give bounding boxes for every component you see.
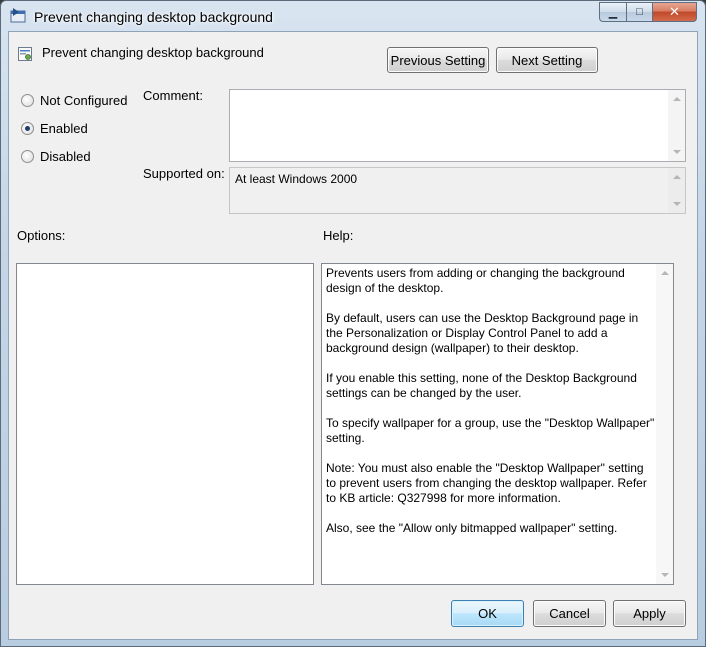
options-label: Options: bbox=[17, 228, 66, 243]
policy-app-icon bbox=[10, 8, 26, 23]
help-paragraph: Also, see the "Allow only bitmapped wall… bbox=[326, 521, 618, 535]
options-panel bbox=[16, 263, 314, 585]
help-paragraph: To specify wallpaper for a group, use th… bbox=[326, 416, 655, 445]
radio-button[interactable] bbox=[21, 150, 34, 163]
policy-dialog-window: Prevent changing desktop background ▁ □ … bbox=[0, 0, 706, 647]
radio-label: Enabled bbox=[40, 121, 88, 136]
help-panel: Prevents users from adding or changing t… bbox=[321, 263, 674, 585]
help-text: Prevents users from adding or changing t… bbox=[326, 266, 656, 551]
minimize-icon: ▁ bbox=[608, 6, 618, 19]
close-button[interactable]: ✕ bbox=[652, 2, 697, 22]
radio-enabled[interactable]: Enabled bbox=[21, 121, 88, 136]
supported-scrollbar[interactable] bbox=[668, 168, 685, 213]
scroll-up-icon[interactable] bbox=[661, 271, 669, 275]
help-scrollbar[interactable] bbox=[656, 264, 673, 584]
dialog-client-area: Prevent changing desktop background Prev… bbox=[8, 31, 698, 640]
scroll-down-icon[interactable] bbox=[661, 573, 669, 577]
close-icon: ✕ bbox=[669, 4, 680, 19]
supported-on-value: At least Windows 2000 bbox=[235, 172, 358, 186]
radio-button[interactable] bbox=[21, 122, 34, 135]
help-paragraph: Prevents users from adding or changing t… bbox=[326, 266, 625, 295]
radio-label: Disabled bbox=[40, 149, 91, 164]
next-setting-button[interactable]: Next Setting bbox=[496, 47, 598, 73]
scroll-down-icon[interactable] bbox=[673, 202, 681, 206]
radio-disabled[interactable]: Disabled bbox=[21, 149, 91, 164]
maximize-button[interactable]: □ bbox=[626, 2, 652, 22]
supported-on-field: At least Windows 2000 bbox=[229, 167, 686, 214]
supported-on-label: Supported on: bbox=[143, 166, 225, 181]
title-bar[interactable]: Prevent changing desktop background ▁ □ … bbox=[1, 1, 705, 31]
minimize-button[interactable]: ▁ bbox=[599, 2, 626, 22]
help-paragraph: By default, users can use the Desktop Ba… bbox=[326, 311, 639, 355]
help-label: Help: bbox=[323, 228, 354, 243]
scroll-up-icon[interactable] bbox=[673, 175, 681, 179]
ok-button[interactable]: OK bbox=[451, 600, 524, 627]
cancel-button[interactable]: Cancel bbox=[533, 600, 606, 627]
window-title: Prevent changing desktop background bbox=[34, 9, 273, 25]
help-paragraph: Note: You must also enable the "Desktop … bbox=[326, 461, 647, 505]
caption-buttons: ▁ □ ✕ bbox=[599, 2, 697, 22]
policy-setting-icon bbox=[18, 47, 32, 61]
radio-button[interactable] bbox=[21, 94, 34, 107]
maximize-icon: □ bbox=[636, 6, 643, 18]
scroll-down-icon[interactable] bbox=[673, 150, 681, 154]
policy-name: Prevent changing desktop background bbox=[42, 45, 264, 60]
comment-label: Comment: bbox=[143, 88, 203, 103]
help-paragraph: If you enable this setting, none of the … bbox=[326, 371, 637, 400]
previous-setting-button[interactable]: Previous Setting bbox=[387, 47, 489, 73]
radio-not-configured[interactable]: Not Configured bbox=[21, 93, 127, 108]
apply-button[interactable]: Apply bbox=[613, 600, 686, 627]
radio-label: Not Configured bbox=[40, 93, 128, 108]
comment-scrollbar[interactable] bbox=[668, 90, 685, 161]
scroll-up-icon[interactable] bbox=[673, 97, 681, 101]
comment-textarea[interactable] bbox=[229, 89, 686, 162]
